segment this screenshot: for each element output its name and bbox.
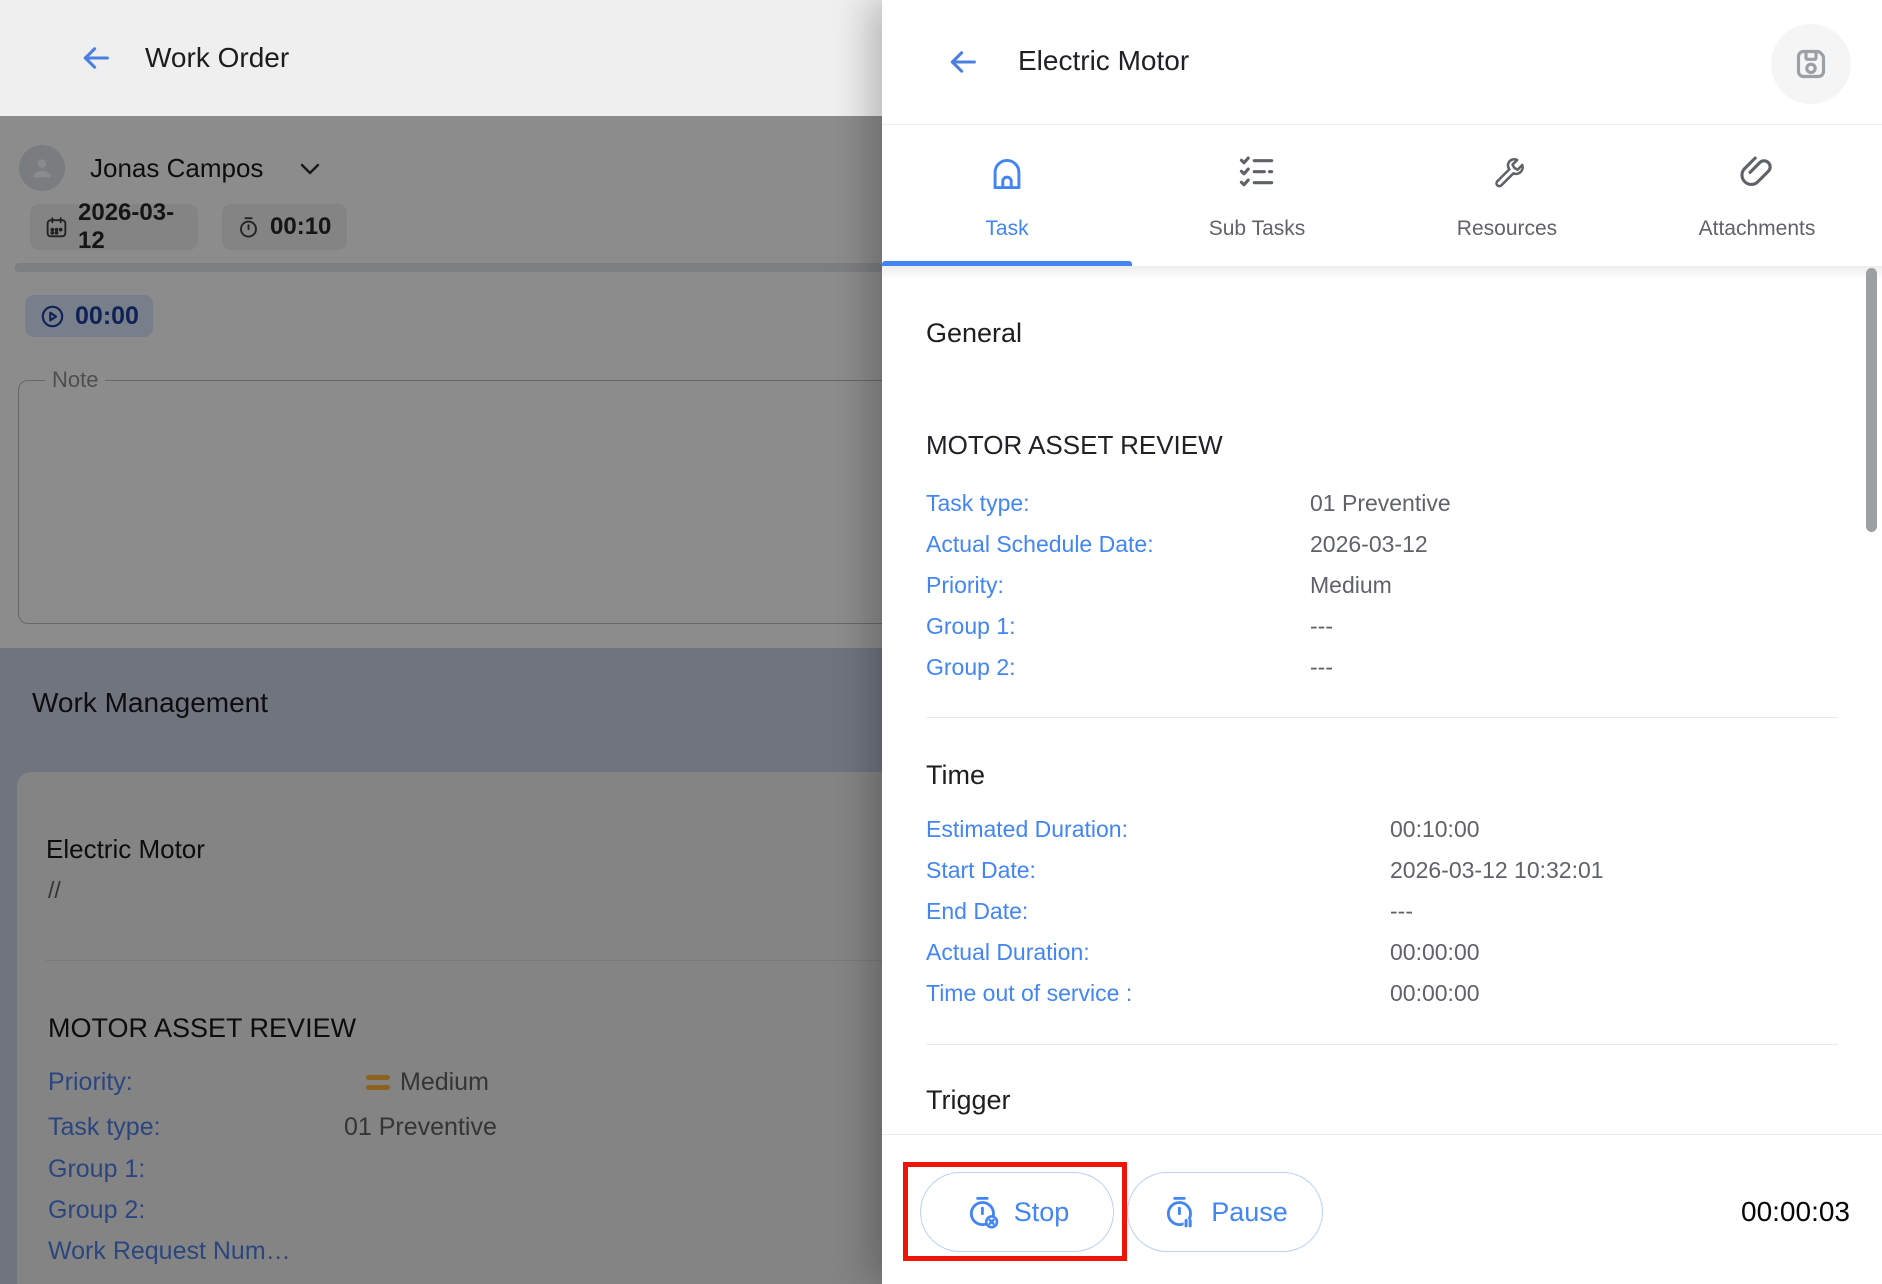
scrollbar-thumb[interactable]: [1866, 268, 1877, 532]
wrench-icon: [1485, 150, 1529, 194]
section-divider: [926, 1044, 1838, 1045]
field-value: 2026-03-12 10:32:01: [1390, 857, 1604, 884]
tab-task[interactable]: Task: [882, 125, 1132, 266]
field-label: Actual Duration:: [926, 939, 1390, 966]
field-label: Start Date:: [926, 857, 1390, 884]
app-screen: Work Order Jonas Campos 2026-03-12 00:1: [0, 0, 1882, 1284]
field-row: Task type: 01 Preventive: [926, 483, 1822, 524]
general-section-title: General: [926, 318, 1022, 349]
section-divider: [926, 717, 1838, 718]
field-value: 01 Preventive: [1310, 490, 1451, 517]
tab-attachments[interactable]: Attachments: [1632, 125, 1882, 266]
field-label: Priority:: [926, 572, 1310, 599]
pause-button[interactable]: Pause: [1127, 1172, 1323, 1252]
drawer-header: Electric Motor: [882, 0, 1882, 125]
tab-label: Resources: [1382, 217, 1632, 241]
field-row: Priority: Medium: [926, 565, 1822, 606]
field-value: 00:00:00: [1390, 980, 1480, 1007]
field-label: Time out of service :: [926, 980, 1390, 1007]
home-icon: [985, 150, 1029, 194]
task-drawer: Electric Motor Task Sub Tasks: [882, 0, 1882, 1284]
field-row: Group 2: ---: [926, 647, 1822, 688]
general-fields: Task type: 01 Preventive Actual Schedule…: [926, 483, 1822, 688]
field-label: Group 2:: [926, 654, 1310, 681]
drawer-backdrop[interactable]: [0, 116, 882, 1284]
save-button[interactable]: [1771, 24, 1851, 104]
drawer-footer: Stop Pause 00:00:03: [882, 1134, 1882, 1284]
field-value: 00:00:00: [1390, 939, 1480, 966]
field-value: 2026-03-12: [1310, 531, 1428, 558]
field-label: Task type:: [926, 490, 1310, 517]
field-label: Group 1:: [926, 613, 1310, 640]
elapsed-timer: 00:00:03: [1741, 1172, 1850, 1252]
field-row: Actual Duration: 00:00:00: [926, 932, 1822, 973]
field-label: Actual Schedule Date:: [926, 531, 1310, 558]
back-arrow-icon[interactable]: [79, 41, 113, 75]
field-value: ---: [1310, 613, 1333, 640]
drawer-tabs: Task Sub Tasks Resources Attachments: [882, 125, 1882, 266]
field-value: 00:10:00: [1390, 816, 1480, 843]
page-title: Work Order: [145, 0, 289, 116]
time-section-title: Time: [926, 760, 985, 791]
field-row: Time out of service : 00:00:00: [926, 973, 1822, 1014]
task-tab-content: General MOTOR ASSET REVIEW Task type: 01…: [882, 266, 1882, 1134]
tab-sub-tasks[interactable]: Sub Tasks: [1132, 125, 1382, 266]
tab-label: Attachments: [1632, 217, 1882, 241]
pause-button-label: Pause: [1211, 1197, 1288, 1228]
tab-label: Sub Tasks: [1132, 217, 1382, 241]
stop-button-label: Stop: [1014, 1197, 1070, 1228]
tab-resources[interactable]: Resources: [1382, 125, 1632, 266]
stopwatch-pause-icon: [1162, 1193, 1200, 1231]
paperclip-icon: [1735, 150, 1779, 194]
checklist-icon: [1235, 150, 1279, 194]
work-order-header: Work Order: [0, 0, 882, 116]
field-row: Group 1: ---: [926, 606, 1822, 647]
asset-review-title: MOTOR ASSET REVIEW: [926, 430, 1223, 461]
trigger-section-title: Trigger: [926, 1085, 1011, 1116]
stopwatch-stop-icon: [965, 1193, 1003, 1231]
field-row: Start Date: 2026-03-12 10:32:01: [926, 850, 1822, 891]
field-value: ---: [1310, 654, 1333, 681]
field-row: Actual Schedule Date: 2026-03-12: [926, 524, 1822, 565]
field-row: End Date: ---: [926, 891, 1822, 932]
tab-label: Task: [882, 217, 1132, 241]
save-icon: [1791, 44, 1831, 84]
field-row: Estimated Duration: 00:10:00: [926, 809, 1822, 850]
work-order-page: Work Order Jonas Campos 2026-03-12 00:1: [0, 0, 882, 1284]
field-label: Estimated Duration:: [926, 816, 1390, 843]
drawer-title: Electric Motor: [1018, 0, 1189, 122]
time-fields: Estimated Duration: 00:10:00 Start Date:…: [926, 809, 1822, 1014]
field-label: End Date:: [926, 898, 1390, 925]
drawer-back-arrow-icon[interactable]: [946, 45, 980, 79]
field-value: Medium: [1310, 572, 1392, 599]
field-value: ---: [1390, 898, 1413, 925]
stop-button[interactable]: Stop: [920, 1172, 1114, 1252]
